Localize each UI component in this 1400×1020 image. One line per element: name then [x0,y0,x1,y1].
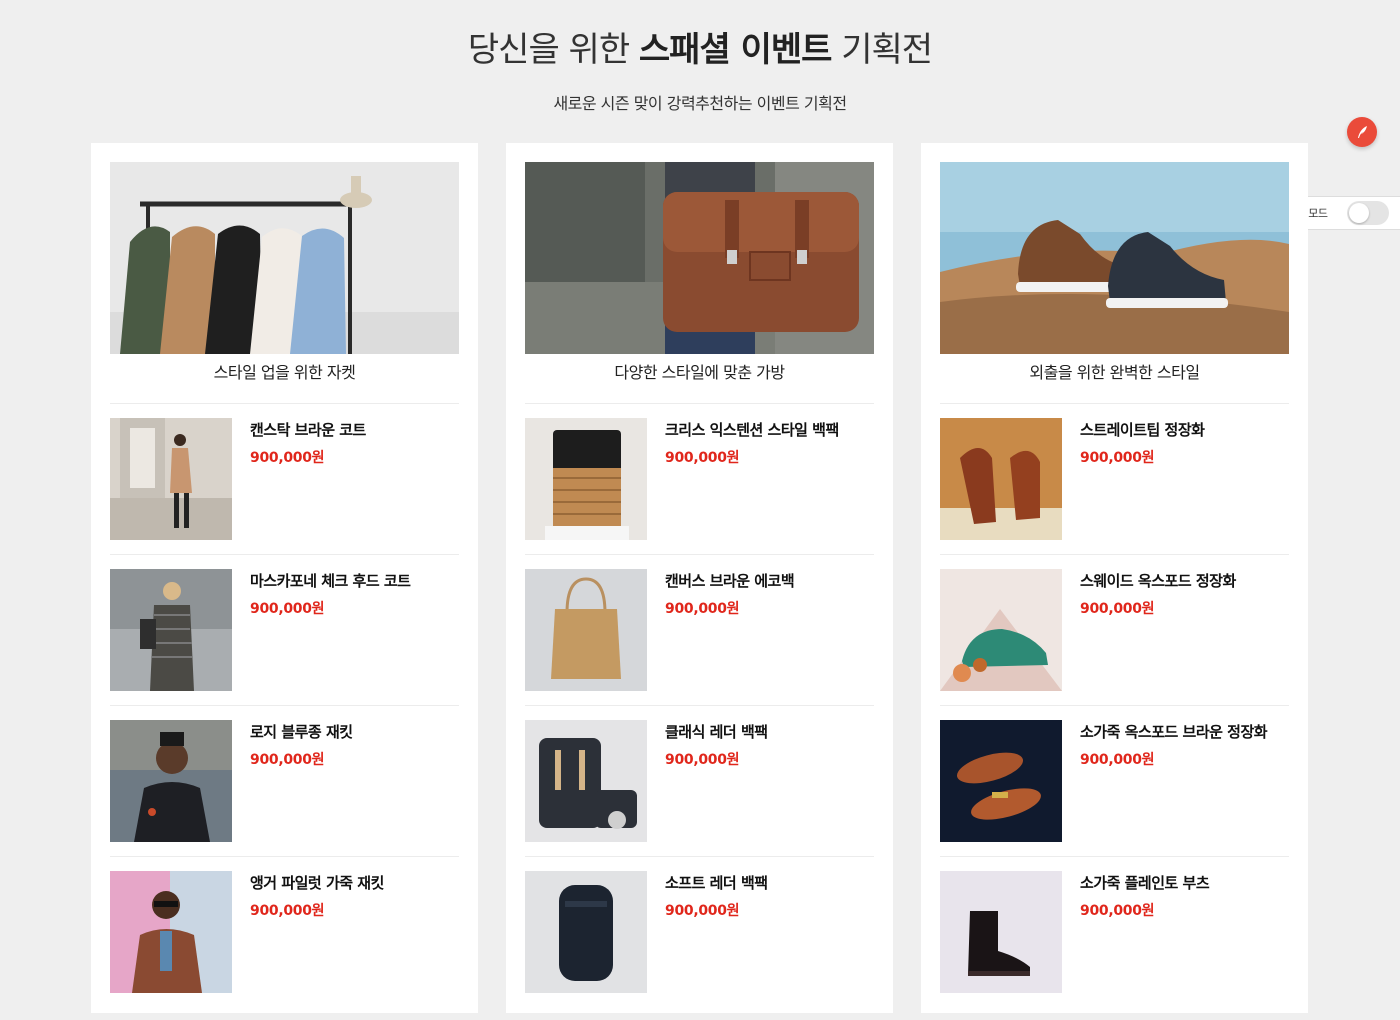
product-info: 스트레이트팁 정장화 900,000원 [1080,418,1205,554]
pilot-leather-jacket-thumbnail [110,871,232,993]
page-title: 당신을 위한 스패셜 이벤트 기획전 [0,22,1400,71]
product-item[interactable]: 소가죽 플레인토 부츠 900,000원 [940,857,1289,1008]
product-item[interactable]: 캔스탁 브라운 코트 900,000원 [110,404,459,555]
product-price: 900,000원 [250,752,325,768]
event-card-shoes: 외출을 위한 완벽한 스타일 스트레이트팁 정장화 900,000원 스웨이드 … [921,143,1308,1013]
product-item[interactable]: 마스카포네 체크 후드 코트 900,000원 [110,555,459,706]
product-name: 앵거 파일럿 가죽 재킷 [250,874,384,892]
soft-leather-backpack-thumbnail [525,871,647,993]
brown-coat-thumbnail [110,418,232,540]
product-info: 소가죽 플레인토 부츠 900,000원 [1080,871,1210,1008]
toggle-knob [1349,203,1370,223]
product-price: 900,000원 [665,752,740,768]
page-title-prefix: 당신을 위한 [467,30,639,70]
product-price: 900,000원 [1080,903,1155,919]
feather-fab-button[interactable] [1347,117,1377,147]
product-name: 소프트 레더 백팩 [665,874,768,892]
product-info: 앵거 파일럿 가죽 재킷 900,000원 [250,871,384,1008]
card-title: 스타일 업을 위한 자켓 [110,354,459,404]
classic-leather-backpack-thumbnail [525,720,647,842]
product-info: 마스카포네 체크 후드 코트 900,000원 [250,569,411,705]
canvas-eco-bag-thumbnail [525,569,647,691]
suede-oxford-shoes-thumbnail [940,569,1062,691]
plain-toe-boots-thumbnail [940,871,1062,993]
leather-satchel-image[interactable] [525,162,874,354]
product-item[interactable]: 스트레이트팁 정장화 900,000원 [940,404,1289,555]
product-price: 900,000원 [665,450,740,466]
product-name: 스트레이트팁 정장화 [1080,421,1205,439]
product-item[interactable]: 로지 블루종 재킷 900,000원 [110,706,459,857]
page-subtitle: 새로운 시즌 맞이 강력추천하는 이벤트 기획전 [553,94,847,113]
product-info: 소프트 레더 백팩 900,000원 [665,871,768,1008]
product-info: 클래식 레더 백팩 900,000원 [665,720,768,856]
feather-icon [1358,126,1367,138]
product-info: 로지 블루종 재킷 900,000원 [250,720,353,856]
product-info: 소가죽 옥스포드 브라운 정장화 900,000원 [1080,720,1268,856]
product-name: 마스카포네 체크 후드 코트 [250,572,411,590]
product-price: 900,000원 [1080,450,1155,466]
sneakers-image[interactable] [940,162,1289,354]
product-item[interactable]: 앵거 파일럿 가죽 재킷 900,000원 [110,857,459,1008]
product-name: 소가죽 플레인토 부츠 [1080,874,1210,892]
product-list: 스트레이트팁 정장화 900,000원 스웨이드 옥스포드 정장화 900,00… [940,404,1289,1008]
product-name: 크리스 익스텐션 스타일 백팩 [665,421,839,439]
page-title-highlight: 스패셜 이벤트 [638,30,833,70]
product-name: 캔버스 브라운 에코백 [665,572,795,590]
product-item[interactable]: 클래식 레더 백팩 900,000원 [525,706,874,857]
product-item[interactable]: 소가죽 옥스포드 브라운 정장화 900,000원 [940,706,1289,857]
straight-tip-shoes-thumbnail [940,418,1062,540]
product-info: 스웨이드 옥스포드 정장화 900,000원 [1080,569,1236,705]
clothing-rack-image[interactable] [110,162,459,354]
product-name: 로지 블루종 재킷 [250,723,353,741]
product-name: 소가죽 옥스포드 브라운 정장화 [1080,723,1268,741]
product-item[interactable]: 스웨이드 옥스포드 정장화 900,000원 [940,555,1289,706]
product-name: 스웨이드 옥스포드 정장화 [1080,572,1236,590]
edit-mode-toggle[interactable] [1347,201,1390,225]
card-title: 다양한 스타일에 맞춘 가방 [525,354,874,404]
product-info: 캔스탁 브라운 코트 900,000원 [250,418,366,554]
check-hood-coat-thumbnail [110,569,232,691]
product-price: 900,000원 [250,903,325,919]
product-item[interactable]: 크리스 익스텐션 스타일 백팩 900,000원 [525,404,874,555]
product-price: 900,000원 [1080,601,1155,617]
extension-backpack-thumbnail [525,418,647,540]
product-list: 캔스탁 브라운 코트 900,000원 마스카포네 체크 후드 코트 900,0… [110,404,459,1008]
product-item[interactable]: 소프트 레더 백팩 900,000원 [525,857,874,1008]
product-price: 900,000원 [250,450,325,466]
product-price: 900,000원 [665,903,740,919]
product-price: 900,000원 [665,601,740,617]
product-name: 캔스탁 브라운 코트 [250,421,366,439]
event-card-bags: 다양한 스타일에 맞춘 가방 크리스 익스텐션 스타일 백팩 900,000원 … [506,143,893,1013]
product-price: 900,000원 [250,601,325,617]
product-name: 클래식 레더 백팩 [665,723,768,741]
product-info: 캔버스 브라운 에코백 900,000원 [665,569,795,705]
page-title-suffix: 기획전 [831,30,933,70]
card-title: 외출을 위한 완벽한 스타일 [940,354,1289,404]
product-info: 크리스 익스텐션 스타일 백팩 900,000원 [665,418,839,554]
product-list: 크리스 익스텐션 스타일 백팩 900,000원 캔버스 브라운 에코백 900… [525,404,874,1008]
event-card-jackets: 스타일 업을 위한 자켓 캔스탁 브라운 코트 900,000원 마스카포네 체… [91,143,478,1013]
product-price: 900,000원 [1080,752,1155,768]
oxford-brown-shoes-thumbnail [940,720,1062,842]
blouson-jacket-thumbnail [110,720,232,842]
product-item[interactable]: 캔버스 브라운 에코백 900,000원 [525,555,874,706]
